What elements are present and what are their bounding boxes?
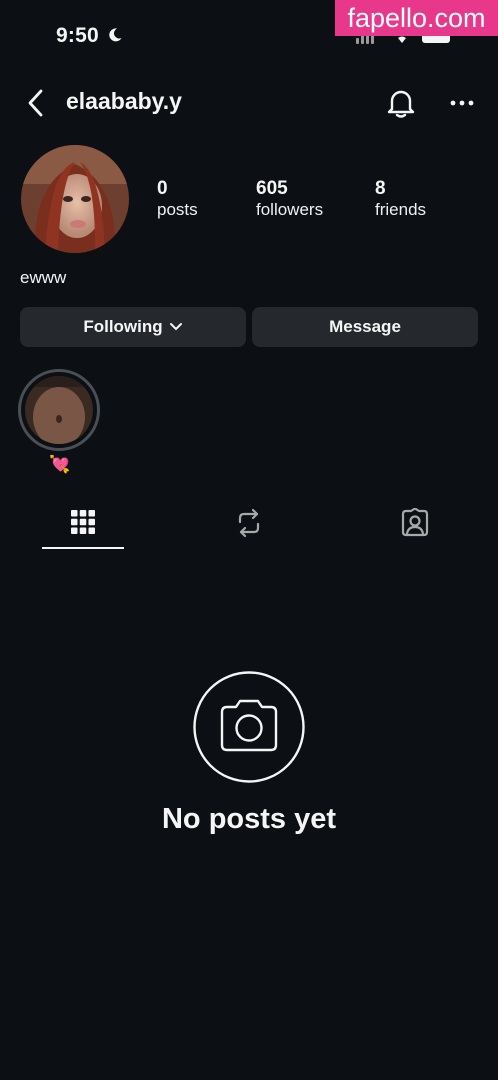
stat-friends[interactable]: 8 friends xyxy=(375,178,426,220)
back-arrow-icon[interactable] xyxy=(24,88,48,118)
tagged-icon[interactable] xyxy=(400,508,430,538)
story-highlight[interactable] xyxy=(18,369,100,451)
profile-avatar[interactable] xyxy=(20,144,130,254)
stat-posts[interactable]: 0 posts xyxy=(157,178,198,220)
profile-username: elaababy.y xyxy=(66,88,182,114)
status-time: 9:50 xyxy=(56,24,123,48)
active-tab-indicator xyxy=(42,547,124,549)
posts-label: posts xyxy=(157,200,198,219)
camera-icon xyxy=(193,671,305,783)
message-label: Message xyxy=(329,317,401,336)
stat-followers[interactable]: 605 followers xyxy=(256,178,323,220)
grid-icon[interactable] xyxy=(71,510,95,534)
highlight-label: 💘 xyxy=(49,455,71,474)
followers-count: 605 xyxy=(256,178,288,199)
profile-bio: ewww xyxy=(20,268,67,287)
friends-count: 8 xyxy=(375,178,386,199)
following-label: Following xyxy=(83,317,163,336)
chevron-down-icon xyxy=(169,323,182,331)
posts-count: 0 xyxy=(157,178,168,199)
bell-icon[interactable] xyxy=(386,87,416,119)
message-button[interactable]: Message xyxy=(252,307,478,347)
more-horizontal-icon[interactable] xyxy=(450,96,474,110)
followers-label: followers xyxy=(256,200,324,219)
empty-state-text: No posts yet xyxy=(161,803,337,835)
friends-label: friends xyxy=(375,200,427,219)
reposts-icon[interactable] xyxy=(235,508,263,538)
moon-icon xyxy=(109,28,122,42)
following-button[interactable]: Following xyxy=(20,307,246,347)
watermark: fapello.com xyxy=(335,0,498,36)
